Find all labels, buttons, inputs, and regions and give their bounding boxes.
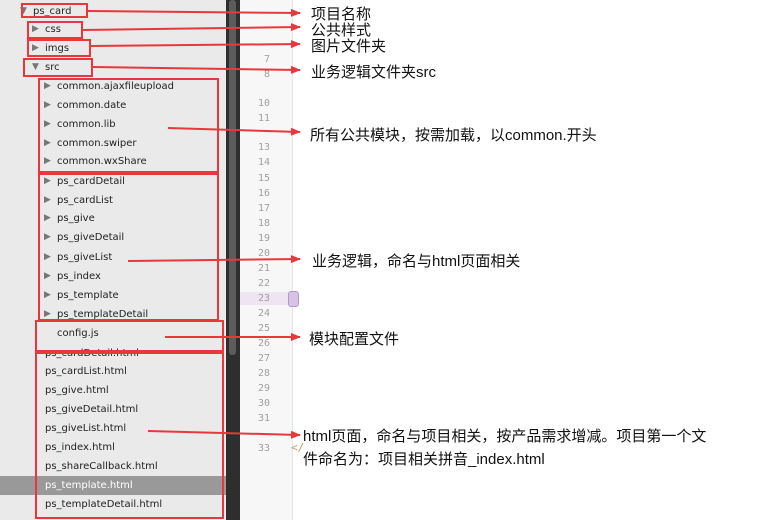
annotation-html-pages-line2: 件命名为：项目相关拼音_index.html <box>303 451 545 468</box>
annotation-business-logic: 业务逻辑，命名与html页面相关 <box>312 253 521 270</box>
arrow-public-styles <box>82 23 301 32</box>
arrow-business-logic <box>127 255 301 264</box>
annotation-image-folder: 图片文件夹 <box>311 38 387 55</box>
annotation-html-pages-line1: html页面，命名与项目相关，按产品需求增减。项目第一个文 <box>303 428 707 445</box>
arrow-business-src <box>92 65 301 74</box>
arrow-common-modules <box>167 127 301 136</box>
annotation-business-src: 业务逻辑文件夹src <box>311 64 436 81</box>
annotation-common-modules: 所有公共模块，按需加载，以common.开头 <box>310 127 597 144</box>
arrow-image-folder <box>90 40 301 49</box>
annotation-config-file: 模块配置文件 <box>309 331 400 348</box>
arrow-html-pages <box>147 430 301 439</box>
arrow-project-name <box>87 8 301 17</box>
